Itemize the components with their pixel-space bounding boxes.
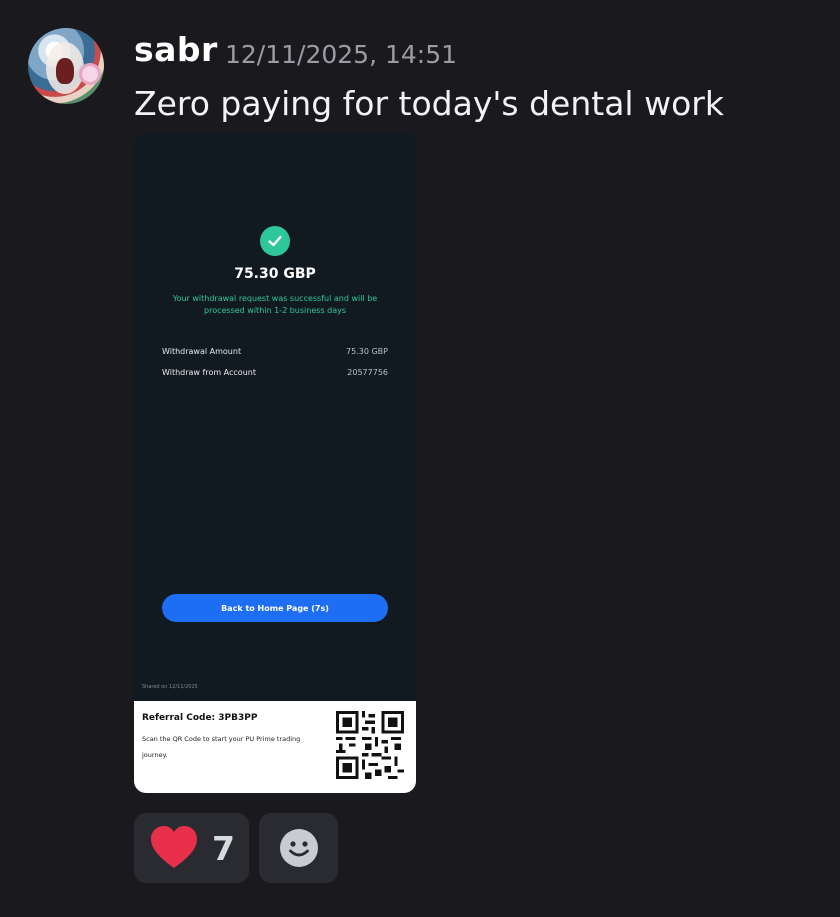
row-label: Withdrawal Amount	[162, 347, 242, 356]
qr-code-icon	[336, 711, 404, 779]
receipt-screen: 75.30 GBP Your withdrawal request was su…	[134, 133, 416, 701]
add-reaction-icon	[279, 829, 318, 867]
shared-date: Shared on 12/11/2025	[142, 684, 198, 690]
success-check-icon	[260, 226, 290, 256]
reaction-heart[interactable]: 7	[134, 813, 249, 883]
add-reaction-button[interactable]	[259, 813, 338, 883]
message-author[interactable]: sabr	[134, 30, 218, 69]
row-value: 20577756	[347, 368, 388, 377]
row-label: Withdraw from Account	[162, 368, 256, 377]
row-value: 75.30 GBP	[346, 347, 388, 356]
referral-text: Scan the QR Code to start your PU Prime …	[142, 735, 301, 759]
referral-panel: Referral Code: 3PB3PP Scan the QR Code t…	[134, 701, 416, 793]
message-timestamp: 12/11/2025, 14:51	[225, 40, 458, 69]
referral-code: Referral Code: 3PB3PP	[142, 713, 258, 723]
reaction-count: 7	[212, 828, 235, 868]
message-text: Zero paying for today's dental work	[134, 84, 724, 123]
avatar-mouth	[56, 58, 74, 84]
user-avatar[interactable]	[28, 28, 104, 104]
receipt-row: Withdraw from Account 20577756	[162, 368, 388, 377]
receipt-note: Your withdrawal request was successful a…	[172, 294, 378, 315]
heart-icon	[151, 826, 197, 868]
receipt-row: Withdrawal Amount 75.30 GBP	[162, 347, 388, 356]
image-attachment[interactable]: 75.30 GBP Your withdrawal request was su…	[134, 133, 416, 793]
back-to-home-button: Back to Home Page (7s)	[162, 594, 388, 622]
avatar-flower	[82, 66, 98, 82]
receipt-amount: 75.30 GBP	[234, 266, 316, 282]
